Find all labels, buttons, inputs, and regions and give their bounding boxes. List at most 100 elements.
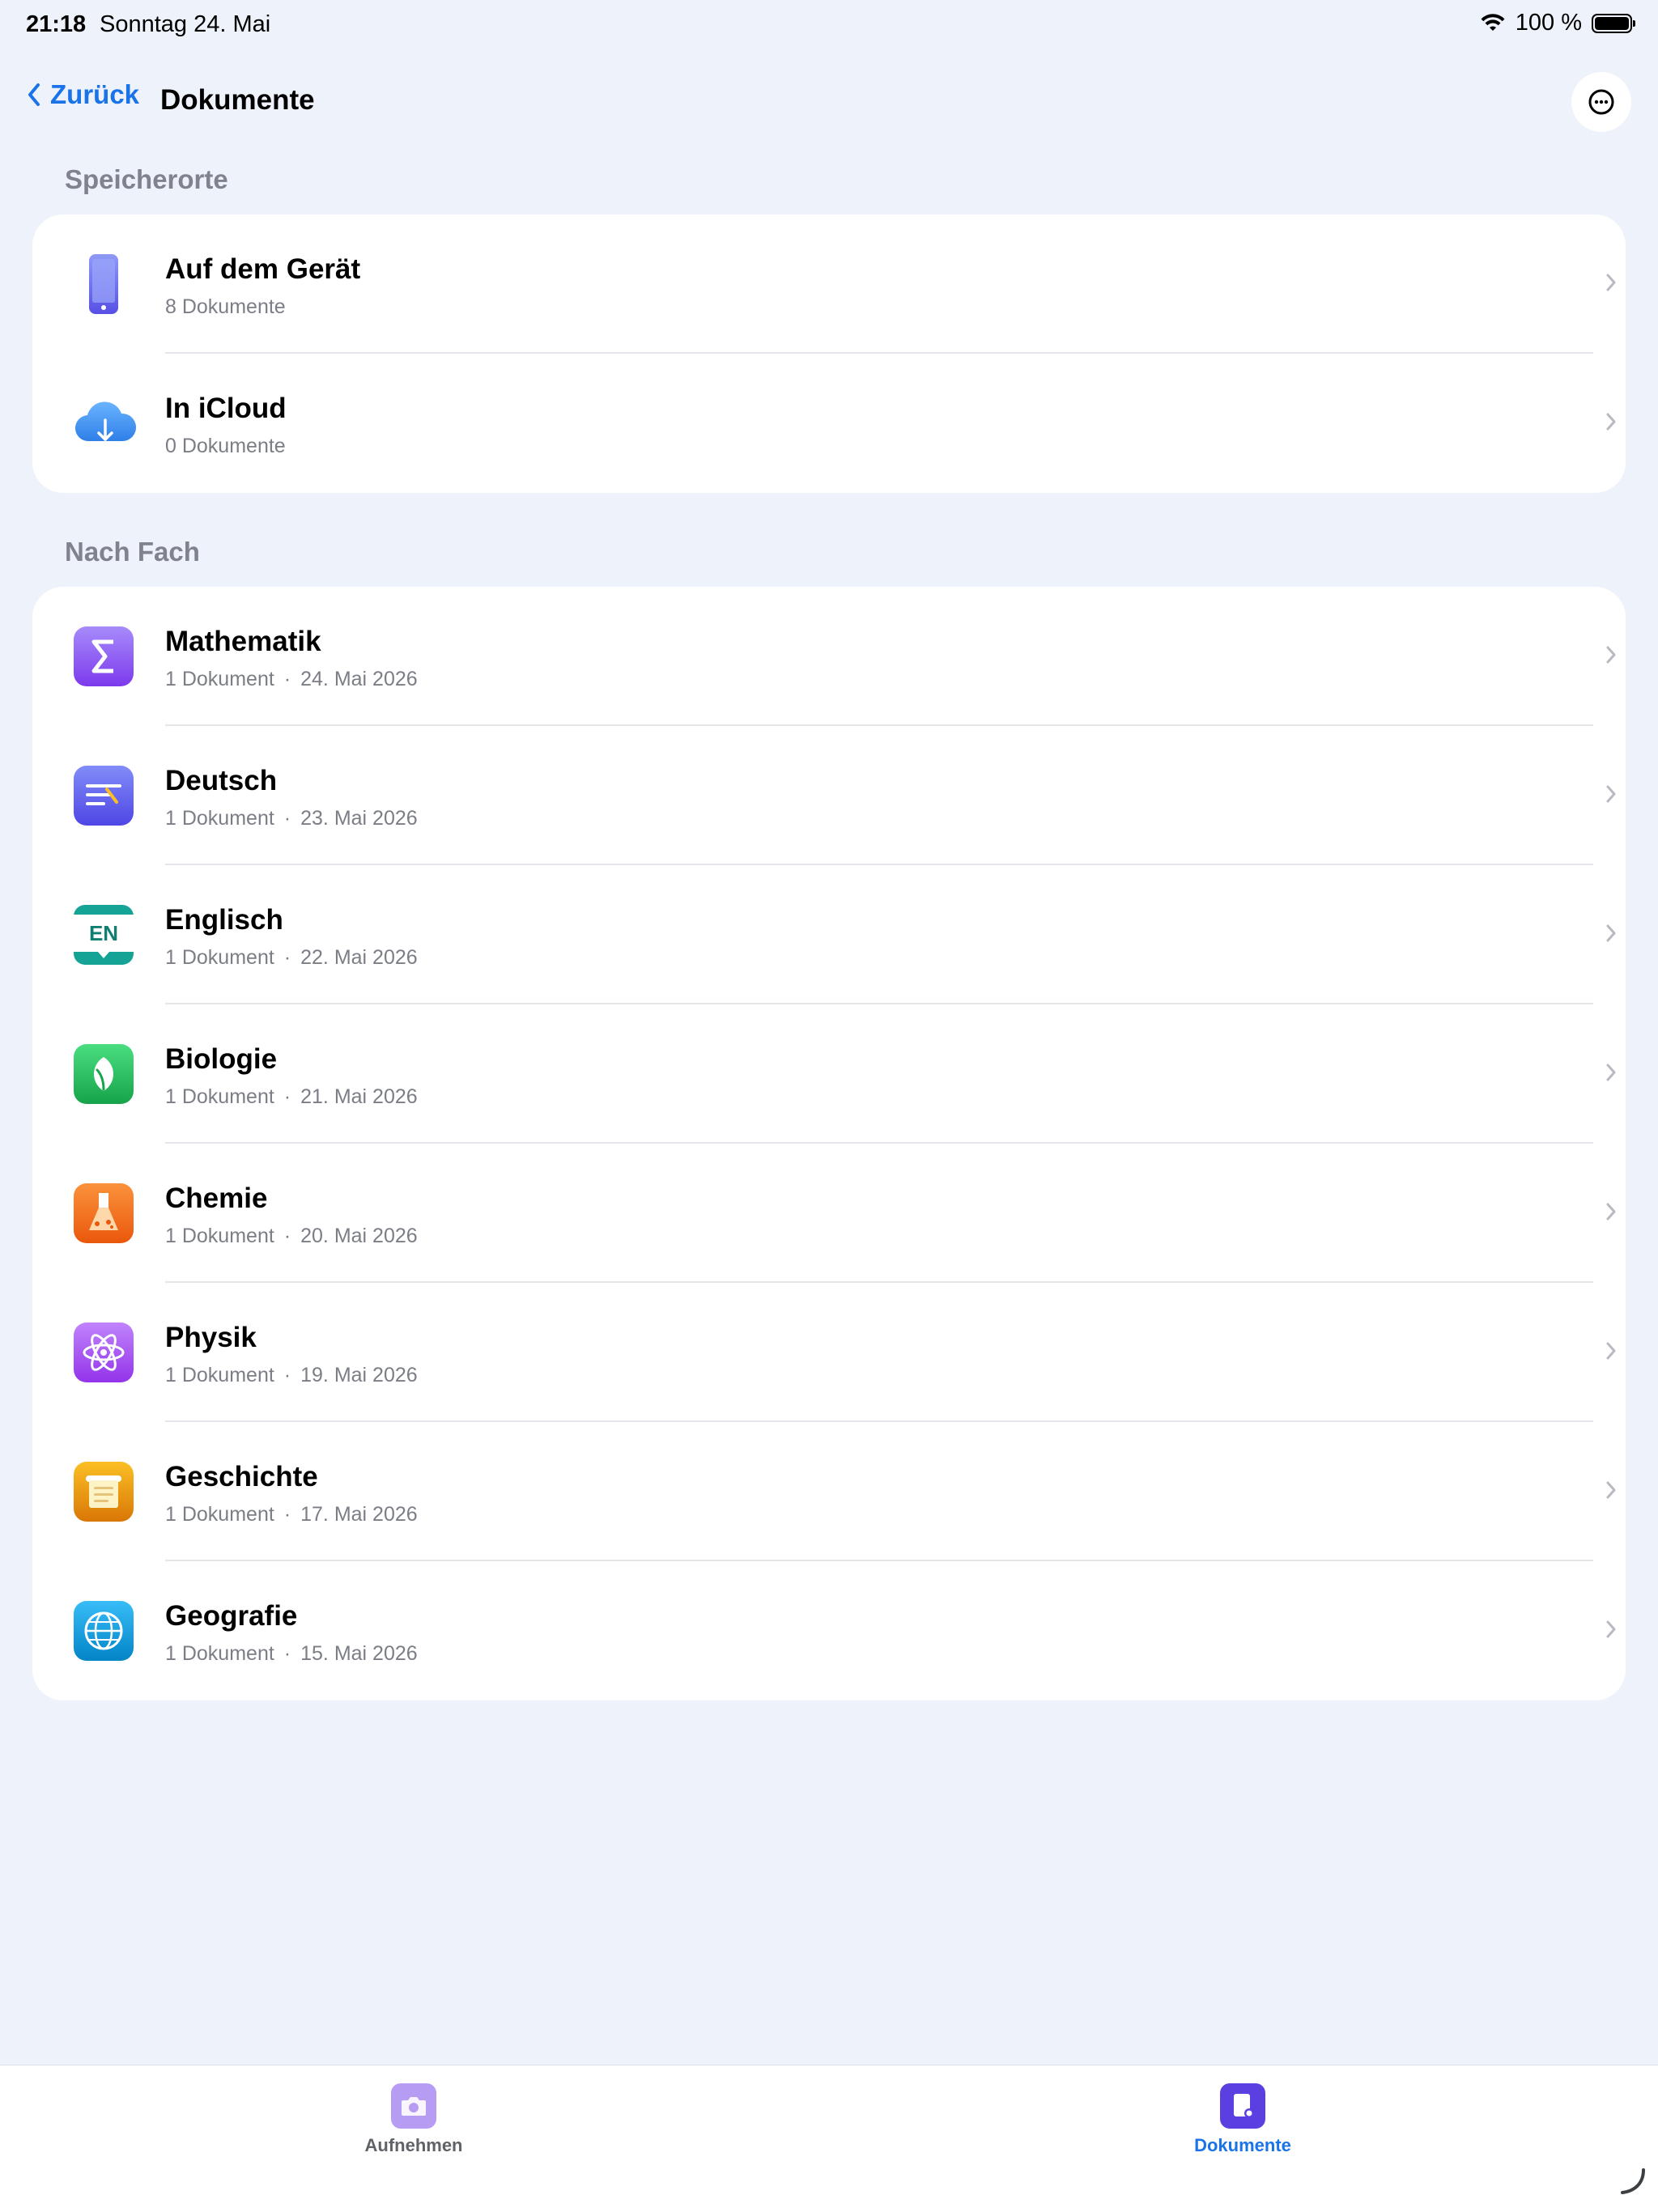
tab-aufnehmen[interactable]: Aufnehmen bbox=[333, 2083, 495, 2156]
document-count: 1 Dokument bbox=[165, 668, 274, 690]
subject-meta: 1 Dokument · 15. Mai 2026 bbox=[165, 1642, 418, 1666]
storage-card: Auf dem Gerät 8 Dokumente In iCloud 0 Do… bbox=[32, 214, 1626, 493]
document-date: 15. Mai 2026 bbox=[300, 1642, 418, 1665]
subject-item-englisch[interactable]: EN Englisch 1 Dokument · 22. Mai 2026 bbox=[32, 865, 1626, 1004]
camera-icon bbox=[391, 2083, 436, 2129]
document-count: 1 Dokument bbox=[165, 807, 274, 830]
separator-dot: · bbox=[283, 1085, 291, 1108]
globe-icon bbox=[74, 1601, 134, 1661]
chevron-right-icon bbox=[1606, 1064, 1616, 1081]
chevron-right-icon bbox=[1606, 413, 1616, 431]
subject-title: Mathematik bbox=[165, 626, 321, 657]
subject-item-mathematik[interactable]: Mathematik 1 Dokument · 24. Mai 2026 bbox=[32, 587, 1626, 726]
subject-item-physik[interactable]: Physik 1 Dokument · 19. Mai 2026 bbox=[32, 1283, 1626, 1422]
storage-subtitle: 0 Dokumente bbox=[165, 435, 286, 457]
storage-title: Auf dem Gerät bbox=[165, 253, 361, 285]
chevron-left-icon bbox=[28, 83, 40, 106]
iphone-icon bbox=[74, 254, 134, 314]
chevron-right-icon bbox=[1606, 1203, 1616, 1221]
tab-dokumente[interactable]: Dokumente bbox=[1162, 2083, 1324, 2156]
scroll-icon bbox=[74, 1462, 134, 1522]
subject-item-chemie[interactable]: Chemie 1 Dokument · 20. Mai 2026 bbox=[32, 1144, 1626, 1283]
document-count: 1 Dokument bbox=[165, 1225, 274, 1247]
chevron-right-icon bbox=[1606, 1481, 1616, 1499]
subject-meta: 1 Dokument · 19. Mai 2026 bbox=[165, 1364, 418, 1387]
leaf-icon bbox=[74, 1044, 134, 1104]
atom-icon bbox=[74, 1323, 134, 1382]
subject-title: Deutsch bbox=[165, 765, 278, 796]
separator-dot: · bbox=[283, 1503, 291, 1526]
back-label: Zurück bbox=[50, 79, 140, 109]
subject-title: Physik bbox=[165, 1322, 257, 1353]
status-time: 21:18 bbox=[26, 11, 87, 37]
status-date: Sonntag 24. Mai bbox=[100, 11, 271, 37]
document-date: 17. Mai 2026 bbox=[300, 1503, 418, 1526]
storage-subtitle: 8 Dokumente bbox=[165, 295, 286, 318]
document-count: 1 Dokument bbox=[165, 1642, 274, 1665]
chevron-right-icon bbox=[1606, 274, 1616, 291]
battery-percentage: 100 % bbox=[1515, 10, 1582, 36]
en-icon-text: EN bbox=[89, 921, 118, 945]
tab-bar: Aufnehmen Dokumente bbox=[0, 2065, 1658, 2212]
back-button[interactable]: Zurück bbox=[26, 79, 139, 110]
more-options-button[interactable] bbox=[1571, 72, 1631, 132]
subject-item-deutsch[interactable]: Deutsch 1 Dokument · 23. Mai 2026 bbox=[32, 726, 1626, 865]
subject-meta: 1 Dokument · 22. Mai 2026 bbox=[165, 946, 418, 970]
document-date: 20. Mai 2026 bbox=[300, 1225, 418, 1247]
separator-dot: · bbox=[283, 946, 291, 969]
flask-icon bbox=[74, 1183, 134, 1243]
battery-fill bbox=[1595, 16, 1629, 30]
chevron-right-icon bbox=[1606, 785, 1616, 803]
separator-dot: · bbox=[283, 807, 291, 830]
document-date: 21. Mai 2026 bbox=[300, 1085, 418, 1108]
subject-title: Biologie bbox=[165, 1043, 278, 1075]
document-count: 1 Dokument bbox=[165, 1503, 274, 1526]
document-date: 23. Mai 2026 bbox=[300, 807, 418, 830]
en-speech-bubble-icon: EN bbox=[74, 905, 134, 965]
chevron-right-icon bbox=[1606, 646, 1616, 664]
document-count: 1 Dokument bbox=[165, 1364, 274, 1386]
document-count: 1 Dokument bbox=[165, 946, 274, 969]
subject-meta: 1 Dokument · 17. Mai 2026 bbox=[165, 1503, 418, 1526]
icloud-download-icon bbox=[73, 393, 138, 453]
chevron-right-icon bbox=[1606, 1620, 1616, 1638]
ellipsis-circle-icon bbox=[1588, 89, 1614, 115]
separator-dot: · bbox=[283, 1225, 291, 1247]
document-date: 24. Mai 2026 bbox=[300, 668, 418, 690]
status-bar: 21:18 Sonntag 24. Mai 100 % bbox=[0, 0, 1658, 57]
subject-meta: 1 Dokument · 20. Mai 2026 bbox=[165, 1225, 418, 1248]
subject-title: Chemie bbox=[165, 1182, 268, 1214]
battery-icon bbox=[1592, 13, 1635, 33]
separator-dot: · bbox=[283, 1364, 291, 1386]
separator-dot: · bbox=[283, 668, 291, 690]
section-header-storage: Speicherorte bbox=[65, 164, 228, 194]
chevron-right-icon bbox=[1606, 1342, 1616, 1360]
tab-label: Aufnehmen bbox=[364, 2135, 463, 2155]
section-header-subjects: Nach Fach bbox=[65, 537, 200, 567]
status-indicators: 100 % bbox=[1480, 10, 1635, 36]
subject-item-biologie[interactable]: Biologie 1 Dokument · 21. Mai 2026 bbox=[32, 1004, 1626, 1144]
subject-meta: 1 Dokument · 24. Mai 2026 bbox=[165, 668, 418, 691]
subjects-card: Mathematik 1 Dokument · 24. Mai 2026 Deuts… bbox=[32, 587, 1626, 1700]
document-date: 19. Mai 2026 bbox=[300, 1364, 418, 1386]
documents-icon bbox=[1220, 2083, 1265, 2129]
subject-item-geografie[interactable]: Geografie 1 Dokument · 15. Mai 2026 bbox=[32, 1561, 1626, 1700]
tab-label: Dokumente bbox=[1194, 2135, 1291, 2155]
resize-handle-icon bbox=[1621, 2168, 1645, 2194]
chevron-right-icon bbox=[1606, 924, 1616, 942]
separator-dot: · bbox=[283, 1642, 291, 1665]
subject-title: Englisch bbox=[165, 904, 283, 936]
navigation-bar: Zurück Dokumente bbox=[0, 73, 1658, 131]
storage-title: In iCloud bbox=[165, 393, 287, 424]
subject-meta: 1 Dokument · 23. Mai 2026 bbox=[165, 807, 418, 830]
storage-item-icloud[interactable]: In iCloud 0 Dokumente bbox=[32, 354, 1626, 493]
wifi-icon bbox=[1481, 13, 1505, 31]
subject-title: Geografie bbox=[165, 1600, 298, 1632]
page-title: Dokumente bbox=[160, 84, 315, 116]
document-date: 22. Mai 2026 bbox=[300, 946, 418, 969]
subject-item-geschichte[interactable]: Geschichte 1 Dokument · 17. Mai 2026 bbox=[32, 1422, 1626, 1561]
document-count: 1 Dokument bbox=[165, 1085, 274, 1108]
sigma-icon bbox=[74, 626, 134, 686]
subject-title: Geschichte bbox=[165, 1461, 318, 1492]
storage-item-device[interactable]: Auf dem Gerät 8 Dokumente bbox=[32, 214, 1626, 354]
